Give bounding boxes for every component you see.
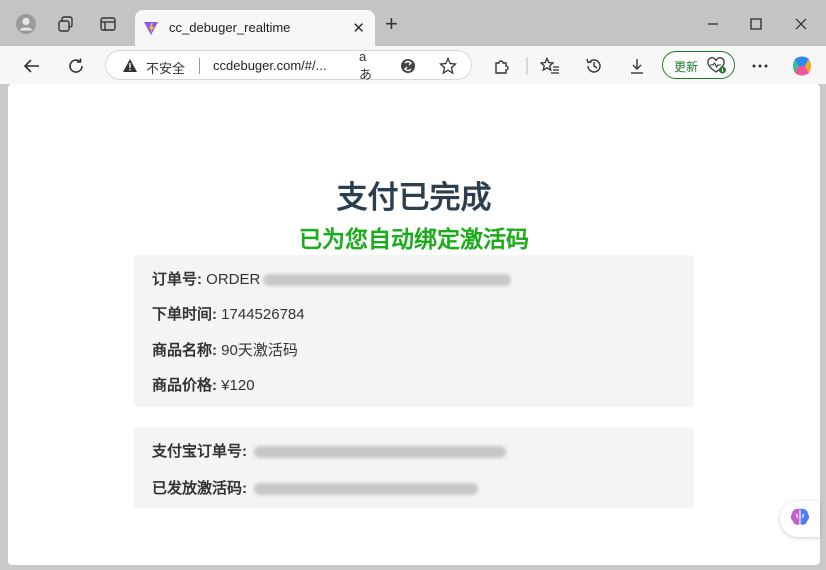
tab-title: cc_debuger_realtime bbox=[169, 20, 291, 35]
order-time-value: 1744526784 bbox=[221, 306, 305, 323]
workspaces-icon[interactable] bbox=[53, 11, 79, 37]
product-name-row: 商品名称: 90天激活码 bbox=[152, 339, 298, 360]
minimize-icon[interactable] bbox=[698, 12, 728, 36]
redacted-order-number bbox=[263, 274, 512, 287]
refresh-icon[interactable] bbox=[63, 53, 89, 79]
favorites-icon[interactable] bbox=[537, 53, 563, 79]
product-price-value: ¥120 bbox=[221, 377, 255, 394]
copilot-sidebar-button[interactable] bbox=[780, 501, 820, 537]
order-info-card: 订单号: ORDER 下单时间: 1744526784 商品名称: 90天激活码… bbox=[134, 255, 694, 407]
page-content: 支付已完成 已为您自动绑定激活码 订单号: ORDER 下单时间: 174452… bbox=[8, 84, 820, 565]
back-arrow-icon[interactable] bbox=[19, 53, 45, 79]
close-window-icon[interactable] bbox=[786, 12, 816, 36]
insecure-label[interactable]: 不安全 bbox=[146, 58, 185, 77]
redacted-alipay-number bbox=[254, 446, 507, 459]
browser-titlebar: cc_debuger_realtime ✕ + bbox=[0, 0, 826, 46]
tab-close-icon[interactable]: ✕ bbox=[352, 19, 365, 37]
vertical-tabs-icon[interactable] bbox=[95, 11, 121, 37]
warning-triangle-icon[interactable] bbox=[122, 58, 138, 78]
extensions-icon[interactable] bbox=[489, 53, 515, 79]
copilot-brain-icon bbox=[789, 507, 811, 532]
activation-code-row: 已发放激活码: bbox=[152, 477, 479, 498]
alipay-order-row: 支付宝订单号: bbox=[152, 440, 507, 461]
product-name-label: 商品名称: bbox=[152, 342, 217, 359]
more-options-icon[interactable] bbox=[747, 53, 773, 79]
alipay-order-label: 支付宝订单号: bbox=[152, 443, 247, 460]
maximize-icon[interactable] bbox=[741, 12, 771, 36]
update-label: 更新 bbox=[674, 60, 699, 74]
payment-info-card: 支付宝订单号: 已发放激活码: bbox=[134, 427, 694, 508]
order-time-row: 下单时间: 1744526784 bbox=[152, 303, 305, 324]
product-price-row: 商品价格: ¥120 bbox=[152, 374, 255, 395]
url-text[interactable]: ccdebuger.com/#/... bbox=[213, 58, 326, 73]
order-number-value: ORDER bbox=[206, 271, 261, 288]
order-number-label: 订单号: bbox=[152, 271, 202, 288]
read-aloud-icon[interactable]: aあ bbox=[359, 49, 379, 82]
download-icon[interactable] bbox=[624, 53, 650, 79]
history-icon[interactable] bbox=[581, 53, 607, 79]
new-tab-icon[interactable]: + bbox=[385, 13, 398, 35]
copilot-icon[interactable] bbox=[789, 53, 815, 79]
translate-icon[interactable] bbox=[398, 56, 418, 76]
page-subtitle: 已为您自动绑定激活码 bbox=[299, 226, 529, 252]
product-price-label: 商品价格: bbox=[152, 377, 217, 394]
browser-tab-active[interactable]: cc_debuger_realtime ✕ bbox=[135, 10, 375, 46]
profile-avatar-icon[interactable] bbox=[13, 11, 39, 37]
page-title: 支付已完成 bbox=[336, 180, 492, 215]
order-number-row: 订单号: ORDER bbox=[152, 268, 512, 289]
vite-favicon-icon bbox=[143, 20, 159, 36]
favorite-star-icon[interactable] bbox=[438, 56, 458, 76]
redacted-activation-code bbox=[254, 483, 479, 496]
order-time-label: 下单时间: bbox=[152, 306, 217, 323]
browser-toolbar: 不安全 ccdebuger.com/#/... aあ 更新 bbox=[0, 46, 826, 84]
activation-code-label: 已发放激活码: bbox=[152, 480, 247, 497]
update-button[interactable]: 更新 bbox=[662, 51, 735, 79]
address-separator bbox=[199, 58, 200, 74]
product-name-value: 90天激活码 bbox=[221, 342, 298, 359]
health-heart-icon bbox=[707, 57, 727, 80]
address-bar[interactable]: 不安全 ccdebuger.com/#/... aあ bbox=[105, 49, 472, 82]
